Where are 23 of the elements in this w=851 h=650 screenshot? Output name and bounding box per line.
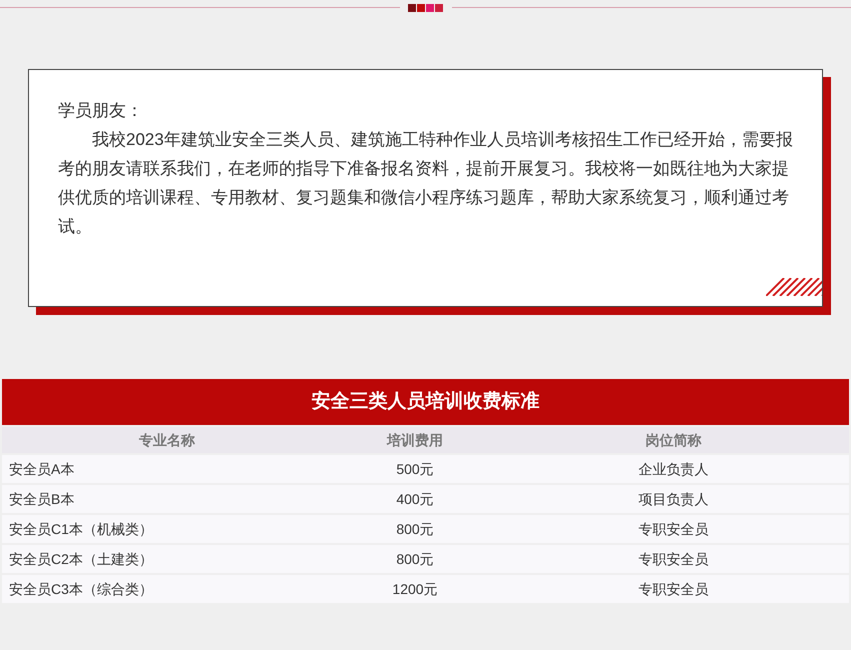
table-cell-text: 安全员A本 bbox=[8, 460, 76, 478]
table-cell-text: 企业负责人 bbox=[638, 460, 710, 478]
divider-ornament bbox=[408, 4, 444, 12]
table-cell-text: 安全员C3本（综合类） bbox=[8, 580, 154, 598]
stripes-icon bbox=[766, 278, 822, 296]
notice-paragraph: 我校2023年建筑业安全三类人员、建筑施工特种作业人员培训考核招生工作已经开始，需要报考的朋友请联系我们，在老师的指导下准备报名资料，提前开展复习。我校将一如既往地为大家提供优质的培训课程、专用教材、复习题集和微信小程序练习题库，帮助大家系统复习，顺利通过考试。 bbox=[58, 129, 794, 238]
table-title: 安全三类人员培训收费标准 bbox=[2, 379, 849, 425]
table-cell-text: 800元 bbox=[395, 520, 435, 538]
table-cell-text: 安全员B本 bbox=[8, 490, 76, 508]
table-cell-text: 1200元 bbox=[391, 580, 439, 598]
table-cell-text: 专职安全员 bbox=[638, 520, 710, 538]
table-cell-text: 项目负责人 bbox=[638, 490, 710, 508]
table-cell-text: 专职安全员 bbox=[638, 580, 710, 598]
column-header: 岗位简称 bbox=[644, 430, 702, 450]
greeting-text: 学员朋友： bbox=[58, 100, 144, 122]
column-header: 专业名称 bbox=[138, 430, 196, 450]
table-cell-text: 安全员C2本（土建类） bbox=[8, 550, 154, 568]
column-header: 培训费用 bbox=[386, 430, 444, 450]
table-cell-text: 500元 bbox=[395, 460, 435, 478]
table-cell-text: 400元 bbox=[395, 490, 435, 508]
table-cell-text: 800元 bbox=[395, 550, 435, 568]
table-cell-text: 专职安全员 bbox=[638, 550, 710, 568]
table-cell-text: 安全员C1本（机械类） bbox=[8, 520, 154, 538]
